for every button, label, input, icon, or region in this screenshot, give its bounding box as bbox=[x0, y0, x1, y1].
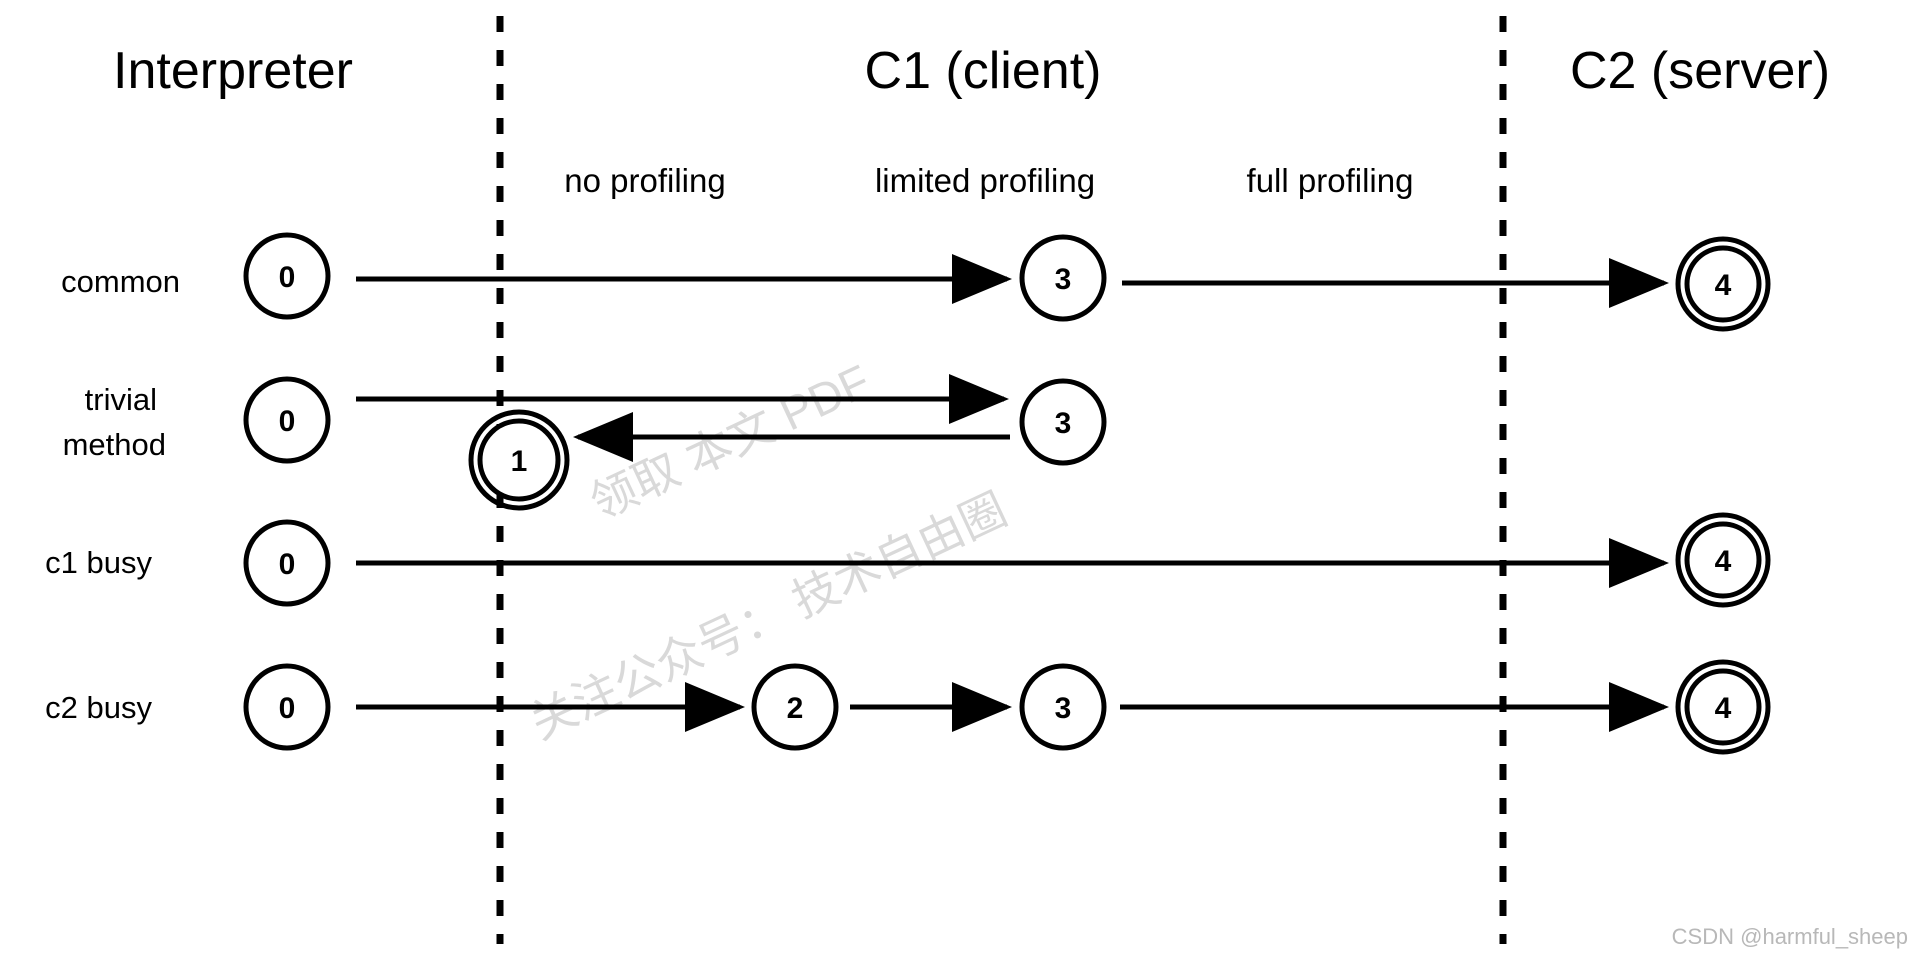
node-label: 0 bbox=[279, 405, 296, 438]
column-title-interpreter: Interpreter bbox=[113, 42, 353, 100]
node-c1busy-4[interactable]: 4 bbox=[1675, 512, 1771, 608]
node-label: 0 bbox=[279, 548, 296, 581]
node-c2busy-2[interactable]: 2 bbox=[751, 663, 839, 751]
node-common-4[interactable]: 4 bbox=[1675, 236, 1771, 332]
node-c2busy-3[interactable]: 3 bbox=[1019, 663, 1107, 751]
row-label-trivial-method-line2: method bbox=[63, 427, 166, 462]
node-common-3[interactable]: 3 bbox=[1019, 234, 1107, 322]
tiered-compilation-diagram: 领取 本文 PDF 关注公众号： 技术自由圈 Interpreter C1 (c… bbox=[45, 16, 1908, 949]
row-label-common: common bbox=[61, 264, 180, 299]
credit-watermark: CSDN @harmful_sheep bbox=[1672, 924, 1908, 949]
node-c2busy-0[interactable]: 0 bbox=[243, 663, 331, 751]
column-title-c2-server: C2 (server) bbox=[1570, 42, 1830, 100]
node-label: 4 bbox=[1715, 269, 1732, 302]
node-label: 2 bbox=[787, 692, 804, 725]
watermark-line-1: 领取 本文 PDF bbox=[582, 354, 877, 529]
node-label: 1 bbox=[511, 445, 528, 478]
node-label: 4 bbox=[1715, 692, 1732, 725]
diagram-canvas: 领取 本文 PDF 关注公众号： 技术自由圈 Interpreter C1 (c… bbox=[0, 0, 1920, 960]
node-c2busy-4[interactable]: 4 bbox=[1675, 659, 1771, 755]
phase-label-limited-profiling: limited profiling bbox=[875, 162, 1095, 199]
row-labels: common trivial method c1 busy c2 busy bbox=[45, 264, 180, 725]
phase-label-no-profiling: no profiling bbox=[564, 162, 725, 199]
node-label: 3 bbox=[1055, 692, 1072, 725]
node-label: 0 bbox=[279, 261, 296, 294]
node-label: 3 bbox=[1055, 263, 1072, 296]
node-label: 0 bbox=[279, 692, 296, 725]
column-title-c1-client: C1 (client) bbox=[865, 42, 1102, 100]
row-label-c1-busy: c1 busy bbox=[45, 545, 152, 580]
node-label: 3 bbox=[1055, 407, 1072, 440]
row-label-trivial-method-line1: trivial bbox=[85, 382, 157, 417]
node-c1busy-0[interactable]: 0 bbox=[243, 519, 331, 607]
row-label-c2-busy: c2 busy bbox=[45, 690, 152, 725]
phase-labels: no profiling limited profiling full prof… bbox=[564, 162, 1413, 199]
node-trivial-0[interactable]: 0 bbox=[243, 376, 331, 464]
phase-label-full-profiling: full profiling bbox=[1247, 162, 1414, 199]
node-label: 4 bbox=[1715, 545, 1732, 578]
column-titles: Interpreter C1 (client) C2 (server) bbox=[113, 42, 1830, 100]
node-trivial-1[interactable]: 1 bbox=[468, 409, 570, 511]
node-trivial-3[interactable]: 3 bbox=[1019, 378, 1107, 466]
node-common-0[interactable]: 0 bbox=[243, 232, 331, 320]
